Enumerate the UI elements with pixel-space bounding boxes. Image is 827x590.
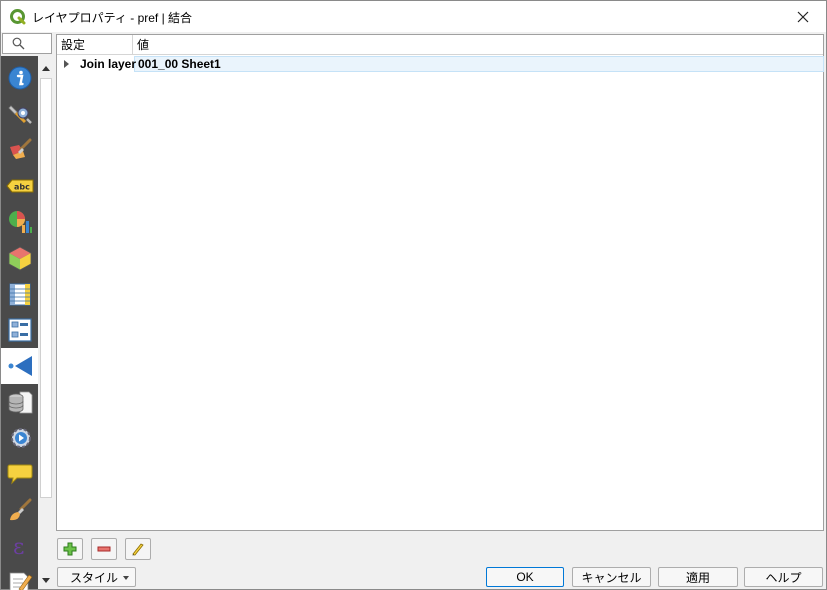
sidebar-item-actions[interactable] xyxy=(1,420,38,456)
metadata-icon xyxy=(9,572,32,590)
qgis-logo-icon xyxy=(10,9,26,25)
column-header-value[interactable]: 値 xyxy=(133,35,823,55)
sidebar-item-rendering[interactable] xyxy=(1,492,38,528)
close-icon xyxy=(797,11,809,22)
scroll-down-button[interactable] xyxy=(38,573,54,587)
tree-header: 設定 値 xyxy=(57,35,823,55)
search-icon xyxy=(12,37,25,50)
labels-icon: abc xyxy=(5,179,33,193)
sidebar-item-attributes-form[interactable] xyxy=(1,312,38,348)
symbology-icon xyxy=(9,138,31,159)
svg-text:abc: abc xyxy=(14,183,30,192)
sidebar: abc ε xyxy=(1,32,54,590)
sidebar-item-information[interactable] xyxy=(1,60,38,96)
add-join-button[interactable] xyxy=(57,538,83,560)
sidebar-icon-list: abc ε xyxy=(1,56,38,590)
row-selection-highlight xyxy=(134,56,824,72)
sidebar-item-symbology[interactable] xyxy=(1,132,38,168)
sidebar-item-source[interactable] xyxy=(1,96,38,132)
expand-arrow-icon[interactable] xyxy=(64,60,69,68)
style-dropdown-button[interactable]: スタイル xyxy=(57,567,136,587)
3d-view-icon xyxy=(8,246,31,271)
actions-icon xyxy=(10,428,31,448)
arrow-up-icon xyxy=(42,65,50,71)
cancel-button[interactable]: キャンセル xyxy=(572,567,651,587)
joins-icon xyxy=(8,356,32,376)
information-icon xyxy=(8,66,31,90)
join-layer-value: 001_00 Sheet1 xyxy=(138,57,221,71)
variables-icon: ε xyxy=(13,535,24,559)
layer-properties-dialog: レイヤプロパティ - pref | 結合 abc ε 設定 値 Join lay… xyxy=(0,0,827,590)
window-title: レイヤプロパティ - pref | 結合 xyxy=(32,11,193,25)
sidebar-item-3d-view[interactable] xyxy=(1,240,38,276)
sidebar-item-auxiliary-storage[interactable] xyxy=(1,384,38,420)
scroll-up-button[interactable] xyxy=(38,61,54,75)
plus-icon xyxy=(63,542,77,556)
pencil-icon xyxy=(132,543,144,556)
arrow-down-icon xyxy=(42,577,50,583)
sidebar-item-labels[interactable]: abc xyxy=(1,168,38,204)
svg-text:ε: ε xyxy=(13,535,24,559)
scroll-thumb[interactable] xyxy=(40,78,52,498)
display-tips-icon xyxy=(7,464,32,485)
style-button-label: スタイル xyxy=(70,570,119,585)
auxiliary-storage-icon xyxy=(8,391,32,414)
attributes-form-icon xyxy=(7,318,32,342)
remove-join-button[interactable] xyxy=(91,538,117,560)
help-button[interactable]: ヘルプ xyxy=(744,567,823,587)
tree-row[interactable]: Join layer 001_00 Sheet1 xyxy=(58,56,824,72)
sidebar-scrollbar[interactable] xyxy=(38,56,54,589)
close-button[interactable] xyxy=(780,1,826,32)
sidebar-item-joins[interactable] xyxy=(1,348,38,384)
edit-join-button[interactable] xyxy=(125,538,151,560)
apply-button[interactable]: 適用 xyxy=(658,567,738,587)
sidebar-item-display[interactable] xyxy=(1,456,38,492)
sidebar-item-metadata[interactable] xyxy=(1,564,38,590)
minus-icon xyxy=(97,546,111,552)
sidebar-item-variables[interactable]: ε xyxy=(1,528,38,564)
diagrams-icon xyxy=(8,211,32,233)
joins-tree[interactable]: 設定 値 Join layer 001_00 Sheet1 xyxy=(56,34,824,531)
fields-icon xyxy=(9,283,30,306)
join-layer-label: Join layer xyxy=(80,57,137,71)
sidebar-search-input[interactable] xyxy=(2,33,52,54)
sidebar-item-diagrams[interactable] xyxy=(1,204,38,240)
sidebar-item-fields[interactable] xyxy=(1,276,38,312)
title-bar: レイヤプロパティ - pref | 結合 xyxy=(1,1,826,32)
source-settings-icon xyxy=(7,105,32,124)
chevron-down-icon xyxy=(123,576,129,580)
ok-button[interactable]: OK xyxy=(486,567,564,587)
column-header-setting[interactable]: 設定 xyxy=(57,35,133,55)
rendering-icon xyxy=(9,498,31,521)
